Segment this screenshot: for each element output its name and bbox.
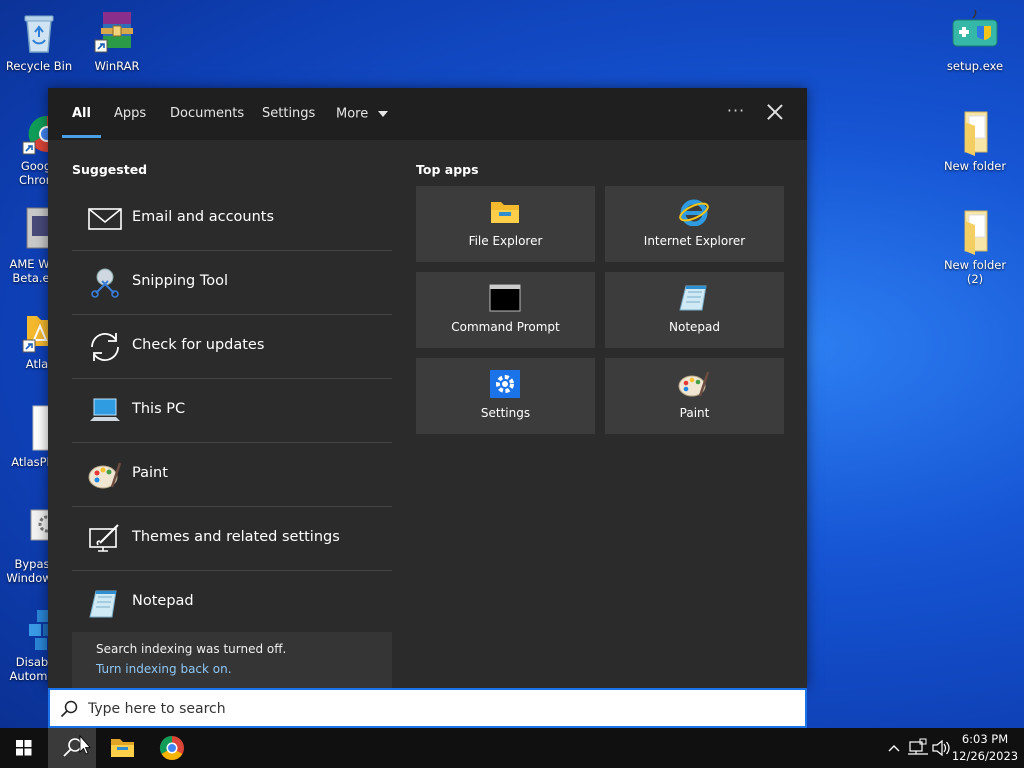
list-item-email-accounts[interactable]: Email and accounts — [72, 187, 392, 251]
desktop-icon-label: New folder — [943, 159, 1007, 173]
search-icon — [60, 700, 78, 718]
windows-logo-icon — [16, 740, 32, 756]
taskbar: 6:03 PM 12/26/2023 — [0, 728, 1024, 768]
search-tabs-bar: All Apps Documents Settings More ··· — [48, 88, 807, 140]
desktop-icon-winrar[interactable]: WinRAR — [80, 8, 154, 73]
chevron-up-icon — [888, 745, 900, 752]
suggested-heading: Suggested — [72, 162, 148, 177]
tile-settings[interactable]: Settings — [416, 358, 595, 434]
notepad-icon — [88, 587, 122, 619]
tab-more[interactable]: More — [336, 105, 389, 125]
notepad-icon — [678, 284, 710, 312]
command-prompt-icon — [489, 284, 521, 312]
start-button[interactable] — [0, 728, 48, 768]
tile-notepad[interactable]: Notepad — [605, 272, 784, 348]
desktop-icon-setup-exe[interactable]: setup.exe — [938, 8, 1012, 73]
search-icon — [63, 734, 91, 757]
tray-show-hidden-icons[interactable] — [884, 728, 904, 768]
tab-all[interactable]: All — [72, 105, 91, 125]
indexing-message: Search indexing was turned off. — [96, 642, 287, 656]
mail-icon — [88, 203, 122, 235]
desktop-icon-label: Recycle Bin — [5, 59, 73, 73]
indexing-notice: Search indexing was turned off. Turn ind… — [72, 632, 392, 688]
taskbar-file-explorer[interactable] — [98, 728, 146, 768]
list-item-paint[interactable]: Paint — [72, 443, 392, 507]
desktop-icon-label: New folder (2) — [943, 258, 1007, 286]
tile-label: File Explorer — [468, 234, 543, 248]
search-input[interactable] — [88, 697, 788, 721]
list-item-label: Check for updates — [132, 337, 265, 353]
more-options-icon[interactable]: ··· — [724, 101, 748, 120]
list-item-themes[interactable]: Themes and related settings — [72, 507, 392, 571]
sync-icon — [88, 331, 122, 363]
internet-explorer-icon — [678, 198, 710, 227]
desktop-icon-label: setup.exe — [946, 59, 1004, 73]
list-item-notepad[interactable]: Notepad — [72, 571, 392, 635]
tile-label: Command Prompt — [451, 320, 560, 334]
desktop-icon-new-folder-2[interactable]: New folder (2) — [938, 207, 1012, 286]
tile-label: Notepad — [669, 320, 720, 334]
list-item-label: Snipping Tool — [132, 273, 229, 289]
search-panel: All Apps Documents Settings More ··· Sug… — [48, 88, 807, 688]
chrome-icon — [159, 736, 184, 761]
list-item-label: Notepad — [132, 593, 194, 609]
winrar-icon — [93, 8, 141, 56]
taskbar-clock[interactable]: 6:03 PM 12/26/2023 — [946, 731, 1024, 765]
list-item-label: Paint — [132, 465, 168, 481]
tab-more-label: More — [336, 106, 369, 122]
snipping-tool-icon — [88, 267, 122, 299]
folder-icon — [951, 108, 999, 156]
tile-internet-explorer[interactable]: Internet Explorer — [605, 186, 784, 262]
list-item-check-updates[interactable]: Check for updates — [72, 315, 392, 379]
taskbar-search-box[interactable] — [48, 688, 807, 728]
turn-indexing-on-link[interactable]: Turn indexing back on. — [96, 662, 232, 676]
clock-date: 12/26/2023 — [951, 749, 1019, 763]
network-icon — [908, 738, 928, 755]
taskbar-chrome[interactable] — [148, 728, 196, 768]
folder-icon — [951, 207, 999, 255]
list-item-label: This PC — [132, 401, 186, 417]
tray-network[interactable] — [906, 728, 930, 768]
tile-command-prompt[interactable]: Command Prompt — [416, 272, 595, 348]
list-item-label: Email and accounts — [132, 209, 275, 225]
tile-label: Internet Explorer — [643, 234, 746, 248]
active-tab-indicator — [62, 135, 101, 138]
close-icon[interactable] — [766, 103, 784, 121]
chevron-down-icon — [378, 105, 389, 123]
desktop-icon-recycle-bin[interactable]: Recycle Bin — [2, 8, 76, 73]
file-explorer-icon — [489, 198, 521, 226]
paint-palette-icon — [678, 370, 710, 398]
tile-file-explorer[interactable]: File Explorer — [416, 186, 595, 262]
tile-label: Settings — [480, 406, 531, 420]
list-item-snipping-tool[interactable]: Snipping Tool — [72, 251, 392, 315]
desktop-icon-label: Atla — [25, 357, 49, 371]
top-apps-heading: Top apps — [416, 162, 479, 177]
file-explorer-icon — [111, 739, 134, 757]
computer-icon — [88, 395, 122, 427]
desktop-icon-new-folder[interactable]: New folder — [938, 108, 1012, 173]
tab-documents[interactable]: Documents — [170, 105, 244, 125]
paint-palette-icon — [88, 459, 122, 491]
desktop-icon-label: WinRAR — [94, 59, 140, 73]
settings-gear-icon — [489, 370, 521, 398]
list-item-label: Themes and related settings — [132, 529, 340, 545]
tile-label: Paint — [679, 406, 710, 420]
recycle-bin-icon — [15, 8, 63, 56]
setup-installer-icon — [951, 8, 999, 56]
tab-settings[interactable]: Settings — [262, 105, 315, 125]
tile-paint[interactable]: Paint — [605, 358, 784, 434]
list-item-this-pc[interactable]: This PC — [72, 379, 392, 443]
themes-icon — [88, 523, 122, 555]
tab-apps[interactable]: Apps — [114, 105, 146, 125]
taskbar-search-button[interactable] — [48, 728, 96, 768]
clock-time: 6:03 PM — [961, 732, 1009, 746]
